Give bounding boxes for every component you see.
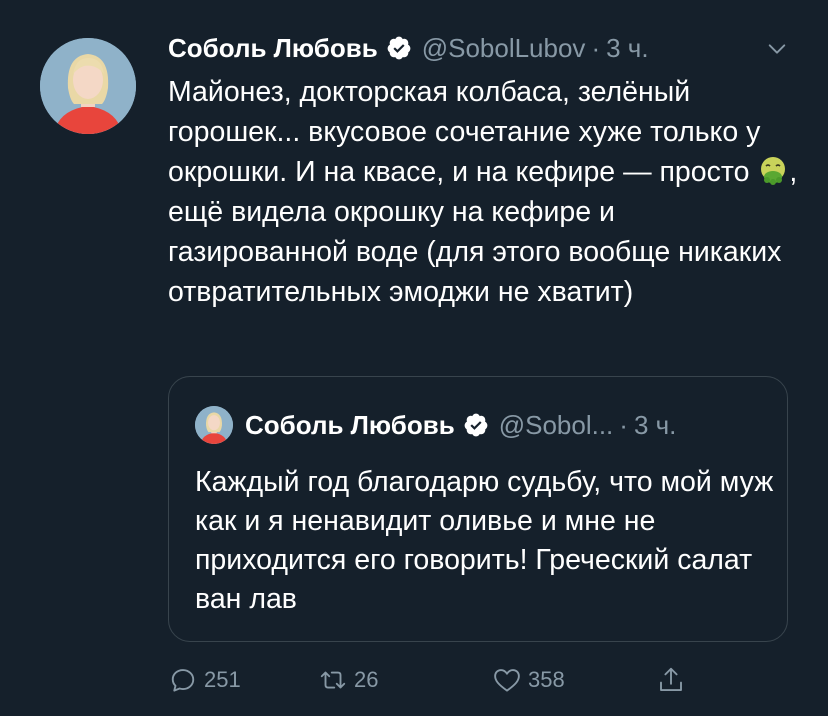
quoted-tweet-text: Каждый год благодарю судьбу, что мой муж… [195, 466, 774, 615]
quoted-author-avatar [195, 406, 233, 444]
nauseated-face-icon [757, 155, 789, 187]
tweet-text-part-1: Майонез, докторская колбаса, зелёный гор… [168, 76, 761, 188]
tweet-header: Соболь Любовь @SobolLubov · 3 ч. [168, 30, 808, 66]
quoted-author-handle: @Sobol... [498, 409, 614, 440]
quoted-tweet-header: Соболь Любовь @Sobol... · 3 ч. [195, 403, 676, 447]
like-button[interactable]: 358 [492, 660, 565, 700]
tweet-text: Майонез, докторская колбаса, зелёный гор… [168, 72, 798, 312]
retweet-button[interactable]: 26 [318, 660, 378, 700]
like-count: 358 [528, 667, 565, 692]
share-button[interactable] [656, 660, 692, 700]
quoted-author-name: Соболь Любовь [245, 409, 455, 440]
header-separator: · [591, 32, 601, 63]
author-name[interactable]: Соболь Любовь [168, 33, 378, 64]
reply-count: 251 [204, 667, 241, 692]
tweet-timestamp[interactable]: 3 ч. [606, 33, 648, 64]
author-handle[interactable]: @SobolLubov [422, 33, 586, 64]
reply-icon [171, 669, 195, 692]
retweet-count: 26 [354, 667, 379, 692]
author-avatar[interactable] [40, 38, 136, 134]
retweet-icon [320, 671, 346, 689]
quoted-header-separator: · [619, 409, 628, 440]
tweet[interactable]: Соболь Любовь @SobolLubov · 3 ч. Майонез… [0, 0, 828, 716]
quoted-tweet[interactable]: Соболь Любовь @Sobol... · 3 ч. Каждый го… [168, 376, 788, 642]
heart-icon [494, 669, 520, 692]
reply-button[interactable]: 251 [168, 660, 241, 700]
avatar-image [40, 38, 136, 134]
tweet-actions: 251 26 358 [168, 660, 728, 700]
chevron-down-icon[interactable] [766, 38, 788, 60]
quoted-tweet-timestamp: 3 ч. [633, 409, 677, 440]
share-icon [660, 667, 682, 691]
verified-badge-icon [463, 412, 489, 438]
verified-badge-icon [386, 35, 412, 61]
